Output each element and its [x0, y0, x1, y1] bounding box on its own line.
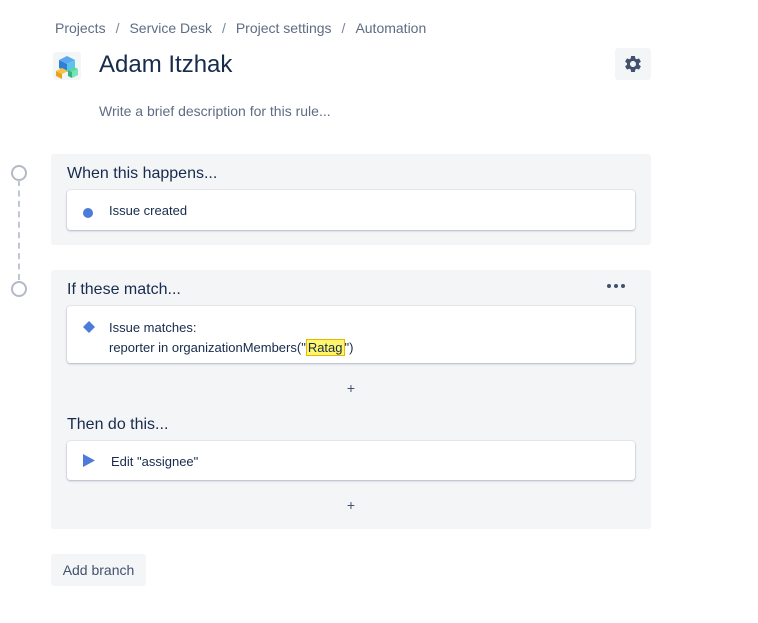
action-label: Edit "assignee"	[111, 454, 199, 469]
timeline-node	[11, 165, 27, 181]
settings-button[interactable]	[615, 48, 651, 80]
trigger-card[interactable]: Issue created	[67, 190, 635, 230]
add-action-button[interactable]: +	[51, 497, 651, 513]
trigger-label: Issue created	[109, 203, 188, 218]
dot-icon	[614, 284, 618, 288]
search-highlight: Ratag	[305, 339, 345, 356]
dot-icon	[607, 284, 611, 288]
dot-icon	[621, 284, 625, 288]
action-section-title: Then do this...	[67, 416, 169, 433]
condition-line-1: Issue matches:	[109, 320, 197, 335]
gear-icon	[625, 55, 641, 72]
breadcrumb-service-desk[interactable]: Service Desk	[129, 20, 211, 36]
condition-jql-suffix: ")	[344, 340, 354, 355]
circle-dot-icon	[83, 205, 93, 223]
breadcrumb-project-settings[interactable]: Project settings	[236, 20, 332, 36]
breadcrumb-automation[interactable]: Automation	[355, 20, 426, 36]
trigger-section-title: When this happens...	[67, 165, 218, 182]
condition-jql-prefix: reporter in organizationMembers("	[109, 340, 306, 355]
trigger-section: When this happens... Issue created	[51, 154, 651, 245]
breadcrumb-projects[interactable]: Projects	[55, 20, 106, 36]
breadcrumb-separator: /	[221, 20, 226, 36]
project-logo-icon	[51, 50, 83, 82]
rule-description-field[interactable]: Write a brief description for this rule.…	[99, 103, 331, 119]
breadcrumb-separator: /	[341, 20, 346, 36]
add-condition-button[interactable]: +	[51, 380, 651, 396]
timeline-node	[11, 281, 27, 297]
condition-line-2: reporter in organizationMembers(" Ratag ")	[109, 339, 354, 356]
more-options-button[interactable]	[607, 284, 625, 288]
breadcrumb-separator: /	[115, 20, 120, 36]
timeline-connector	[18, 180, 20, 280]
play-icon	[83, 454, 95, 472]
condition-card[interactable]: Issue matches: reporter in organizationM…	[67, 306, 635, 363]
condition-section-title: If these match...	[67, 281, 181, 298]
condition-action-section: If these match... Issue matches: reporte…	[51, 270, 651, 529]
diamond-icon	[83, 320, 95, 338]
breadcrumb: Projects / Service Desk / Project settin…	[55, 20, 426, 36]
rule-title[interactable]: Adam Itzhak	[99, 51, 232, 79]
add-branch-button[interactable]: Add branch	[51, 554, 146, 586]
action-card[interactable]: Edit "assignee"	[67, 441, 635, 480]
